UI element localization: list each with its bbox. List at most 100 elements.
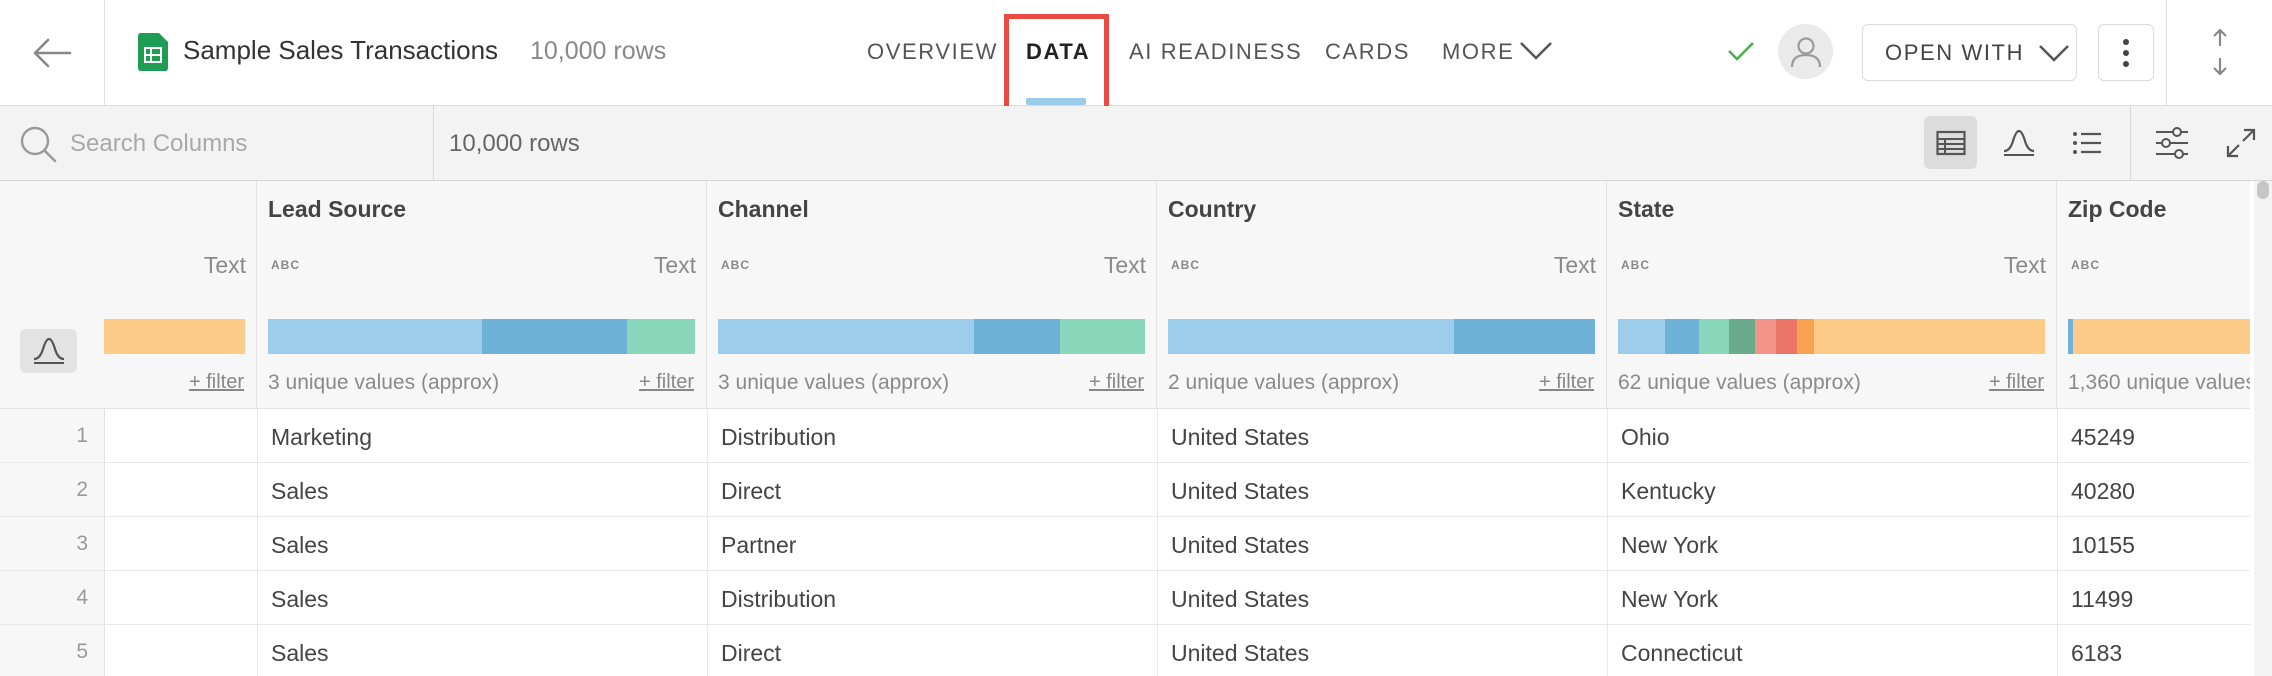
column-header[interactable]: Text + filter xyxy=(104,181,257,409)
table-cell[interactable]: Direct xyxy=(721,478,781,505)
table-cell[interactable]: Distribution xyxy=(721,586,836,613)
toolbar-divider xyxy=(433,106,434,180)
column-header-lead-source[interactable]: Lead Source ABC Text 3 unique values (ap… xyxy=(257,181,707,409)
column-divider xyxy=(707,409,708,676)
table-cell[interactable]: Sales xyxy=(271,640,329,667)
back-button[interactable] xyxy=(0,0,105,105)
table-cell[interactable]: Kentucky xyxy=(1621,478,1716,505)
table-cell[interactable]: Direct xyxy=(721,640,781,667)
column-name: State xyxy=(1618,196,1675,222)
toolbar-row-count: 10,000 rows xyxy=(449,130,580,157)
search-icon xyxy=(20,126,57,163)
table-cell[interactable]: Sales xyxy=(271,478,329,505)
table-cell[interactable]: Sales xyxy=(271,586,329,613)
chevron-down-icon[interactable] xyxy=(1519,40,1553,62)
unique-values-label: 1,360 unique values xyxy=(2068,371,2250,394)
add-filter-link[interactable]: + filter xyxy=(189,371,244,394)
open-with-button[interactable]: OPEN WITH xyxy=(1862,24,2077,81)
table-cell[interactable]: 40280 xyxy=(2071,478,2135,505)
column-name: Country xyxy=(1168,196,1257,222)
sheet-icon xyxy=(138,33,168,71)
tab-more[interactable]: MORE xyxy=(1442,39,1514,65)
column-type: Text xyxy=(2003,252,2046,278)
table-cell[interactable]: United States xyxy=(1171,478,1309,505)
settings-sliders-button[interactable] xyxy=(2145,116,2198,169)
table-cell[interactable]: United States xyxy=(1171,586,1309,613)
column-divider xyxy=(1607,409,1608,676)
unique-values-label: 3 unique values (approx) xyxy=(268,371,500,394)
add-filter-link[interactable]: + filter xyxy=(1089,371,1144,394)
scrollbar-thumb[interactable] xyxy=(2257,181,2269,199)
row-number: 3 xyxy=(76,532,88,555)
column-header-country[interactable]: Country ABC Text 2 unique values (approx… xyxy=(1157,181,1607,409)
table-cell[interactable]: Partner xyxy=(721,532,796,559)
column-header-zip-code[interactable]: Zip Code ABC 1,360 unique values xyxy=(2057,181,2250,409)
column-header-state[interactable]: State ABC Text 62 unique values (approx)… xyxy=(1607,181,2057,409)
add-filter-link[interactable]: + filter xyxy=(639,371,694,394)
open-with-label: OPEN WITH xyxy=(1885,39,2025,65)
column-type: Text xyxy=(1103,252,1146,278)
value-distribution-bar[interactable] xyxy=(718,319,1145,354)
column-name: Lead Source xyxy=(268,196,407,222)
dataset-title: Sample Sales Transactions xyxy=(183,35,499,65)
table-view-button[interactable] xyxy=(1924,116,1977,169)
row-count: 10,000 rows xyxy=(530,37,667,65)
column-type: Text xyxy=(203,252,246,278)
list-view-button[interactable] xyxy=(2060,116,2113,169)
table-cell[interactable]: United States xyxy=(1171,532,1309,559)
data-grid: Text + filter Lead Source ABC Text 3 uni… xyxy=(0,181,2250,676)
table-cell[interactable]: Connecticut xyxy=(1621,640,1742,667)
value-distribution-bar[interactable] xyxy=(268,319,695,354)
table-cell[interactable]: New York xyxy=(1621,532,1718,559)
toolbar-divider-2 xyxy=(2130,106,2131,180)
table-cell[interactable]: United States xyxy=(1171,640,1309,667)
table-cell[interactable]: 10155 xyxy=(2071,532,2135,559)
value-distribution-bar[interactable] xyxy=(2068,319,2250,354)
table-cell[interactable]: United States xyxy=(1171,424,1309,451)
list-icon xyxy=(2072,131,2101,154)
value-distribution-bar[interactable] xyxy=(104,319,245,354)
add-filter-link[interactable]: + filter xyxy=(1539,371,1594,394)
column-divider xyxy=(2057,409,2058,676)
column-divider xyxy=(1157,409,1158,676)
text-type-badge: ABC xyxy=(721,258,750,272)
table-icon xyxy=(1935,130,1966,155)
column-header-channel[interactable]: Channel ABC Text 3 unique values (approx… xyxy=(707,181,1157,409)
toggle-distribution-button[interactable] xyxy=(20,329,77,373)
tab-cards[interactable]: CARDS xyxy=(1325,39,1410,65)
more-options-button[interactable] xyxy=(2098,24,2154,81)
sort-arrows-icon[interactable] xyxy=(2208,28,2232,76)
add-filter-link[interactable]: + filter xyxy=(1989,371,2044,394)
table-cell[interactable]: Sales xyxy=(271,532,329,559)
vertical-scrollbar[interactable] xyxy=(2254,181,2272,676)
table-cell[interactable]: Ohio xyxy=(1621,424,1670,451)
kebab-icon xyxy=(2123,38,2129,67)
tab-highlight-box xyxy=(1004,14,1109,117)
value-distribution-bar[interactable] xyxy=(1618,319,2045,354)
unique-values-label: 2 unique values (approx) xyxy=(1168,371,1400,394)
text-type-badge: ABC xyxy=(2071,258,2100,272)
table-cell[interactable]: 45249 xyxy=(2071,424,2135,451)
header-divider xyxy=(2166,0,2167,105)
table-cell[interactable]: 11499 xyxy=(2071,586,2133,613)
chevron-down-icon xyxy=(2039,44,2069,62)
unique-values-label: 62 unique values (approx) xyxy=(1618,371,1861,394)
expand-button[interactable] xyxy=(2214,116,2267,169)
value-distribution-bar[interactable] xyxy=(1168,319,1595,354)
tab-ai-readiness[interactable]: AI READINESS xyxy=(1129,39,1302,65)
row-number-header xyxy=(0,181,104,409)
text-type-badge: ABC xyxy=(271,258,300,272)
row-number: 4 xyxy=(76,586,88,609)
tab-overview[interactable]: OVERVIEW xyxy=(867,39,998,65)
text-type-badge: ABC xyxy=(1621,258,1650,272)
table-cell[interactable]: Marketing xyxy=(271,424,372,451)
avatar[interactable] xyxy=(1778,24,1833,79)
table-cell[interactable]: Distribution xyxy=(721,424,836,451)
row-number: 2 xyxy=(76,478,88,501)
table-cell[interactable]: New York xyxy=(1621,586,1718,613)
table-cell[interactable]: 6183 xyxy=(2071,640,2122,667)
row-divider xyxy=(0,570,2250,571)
distribution-view-button[interactable] xyxy=(1992,116,2045,169)
search-columns-input[interactable]: Search Columns xyxy=(70,130,247,158)
row-divider xyxy=(0,624,2250,625)
